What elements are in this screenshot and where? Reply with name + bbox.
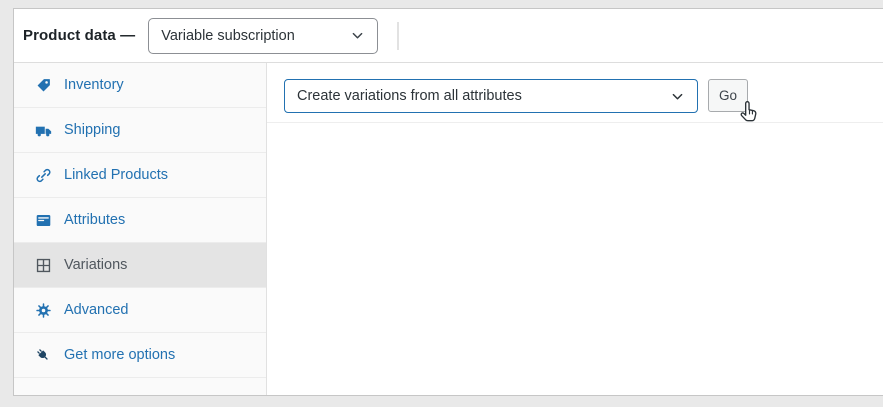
product-type-select[interactable]: Variable subscription (148, 17, 379, 54)
panel-title: Product data — (23, 27, 136, 44)
go-button-wrap: Go (708, 79, 757, 122)
product-type-select-value: Variable subscription (161, 27, 295, 44)
variations-content-empty (267, 123, 883, 395)
tab-get-more-options[interactable]: Get more options (14, 333, 266, 378)
tab-variations[interactable]: Variations (14, 243, 266, 288)
chevron-down-icon (352, 32, 363, 39)
tab-label: Inventory (64, 77, 124, 93)
tab-advanced[interactable]: Advanced (14, 288, 266, 333)
form-card-icon (35, 212, 52, 229)
tab-label: Linked Products (64, 167, 168, 183)
variation-action-select-value: Create variations from all attributes (297, 88, 522, 104)
link-icon (35, 167, 52, 184)
tab-label: Variations (64, 257, 128, 273)
tab-label: Get more options (64, 347, 176, 363)
tab-label: Advanced (64, 302, 129, 318)
header-separator (397, 21, 400, 50)
chevron-down-icon (672, 93, 683, 99)
variations-toolbar: Create variations from all attributes Go (267, 63, 883, 123)
go-button[interactable]: Go (708, 79, 749, 112)
truck-icon (35, 122, 52, 139)
variations-panel: Create variations from all attributes Go (267, 63, 883, 395)
panel-header: Product data — Variable subscription (14, 9, 883, 63)
product-data-panel: Product data — Variable subscription Inv… (13, 8, 883, 396)
tag-icon (35, 77, 52, 94)
page-background: Product data — Variable subscription Inv… (0, 0, 883, 407)
tab-shipping[interactable]: Shipping (14, 108, 266, 153)
tab-label: Shipping (64, 122, 121, 138)
tab-linked-products[interactable]: Linked Products (14, 153, 266, 198)
panel-body: Inventory Shipping Linked Products Attri… (14, 63, 883, 395)
tab-inventory[interactable]: Inventory (14, 63, 266, 108)
tab-attributes[interactable]: Attributes (14, 198, 266, 243)
plug-icon (35, 347, 52, 364)
product-data-tabs: Inventory Shipping Linked Products Attri… (14, 63, 267, 395)
variation-action-select[interactable]: Create variations from all attributes (284, 79, 698, 113)
gear-icon (35, 302, 52, 319)
tab-label: Attributes (64, 212, 126, 228)
grid-icon (35, 257, 52, 274)
